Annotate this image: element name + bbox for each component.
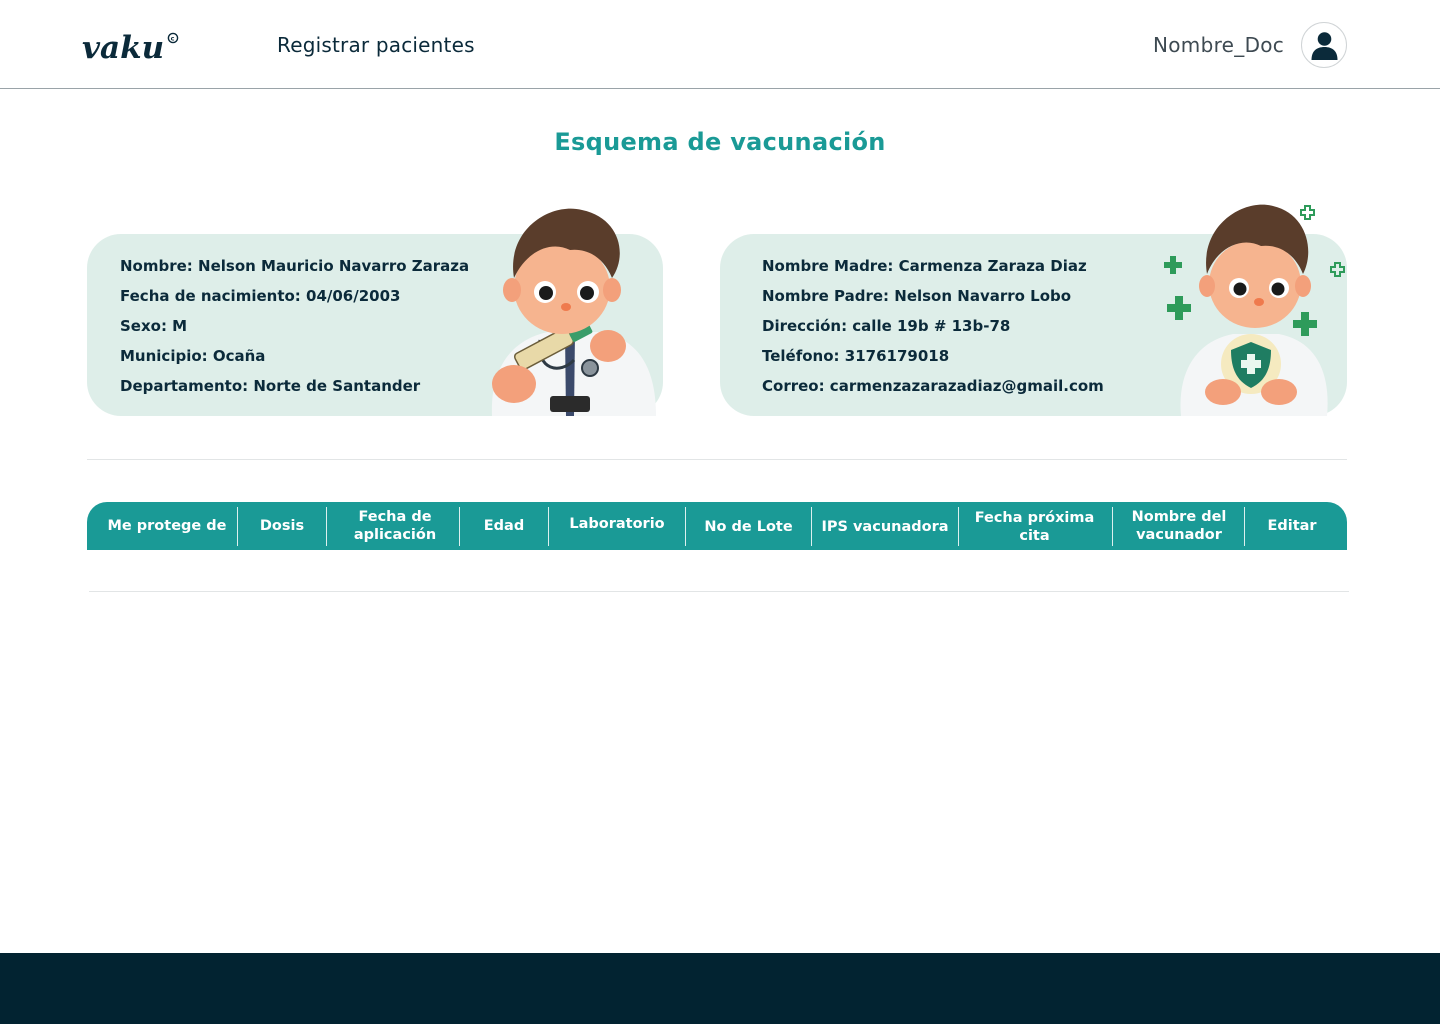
- patient-birthdate: Fecha de nacimiento: 04/06/2003: [120, 287, 401, 305]
- section-divider: [87, 459, 1347, 460]
- svg-text:c: c: [171, 35, 175, 43]
- column-no-de-lote: No de Lote: [704, 519, 793, 535]
- phone: Teléfono: 3176179018: [762, 347, 950, 365]
- nav-registrar-pacientes[interactable]: Registrar pacientes: [277, 33, 475, 57]
- doctor-syringe-illustration: [491, 208, 656, 416]
- user-icon: [1311, 32, 1338, 60]
- column-edad: Edad: [483, 518, 525, 534]
- column-divider: [1112, 507, 1113, 546]
- doctor-shield-illustration: [1164, 204, 1345, 416]
- footer: [0, 953, 1440, 1024]
- patient-sex: Sexo: M: [120, 317, 188, 335]
- logo-text: vaku: [82, 30, 164, 66]
- column-divider: [958, 507, 959, 546]
- column-ips-vacunadora: IPS vacunadora: [821, 519, 949, 535]
- address: Dirección: calle 19b # 13b-78: [762, 317, 1011, 335]
- column-fecha-aplicacion: Fecha de aplicación: [353, 509, 437, 543]
- column-me-protege-de: Me protege de: [107, 518, 227, 534]
- column-laboratorio: Laboratorio: [569, 516, 665, 532]
- column-dosis: Dosis: [259, 518, 305, 534]
- column-nombre-vacunador: Nombre del vacunador: [1131, 509, 1227, 543]
- vaku-logo[interactable]: vaku c: [82, 26, 182, 66]
- user-avatar-button[interactable]: [1301, 22, 1347, 68]
- patient-municipality: Municipio: Ocaña: [120, 347, 266, 365]
- top-bar: vaku c Registrar pacientes Nombre_Doc: [0, 0, 1440, 89]
- vaccination-table-header: Me protege de Dosis Fecha de aplicación …: [87, 502, 1347, 550]
- patient-department: Departamento: Norte de Santander: [120, 377, 421, 395]
- page-title: Esquema de vacunación: [554, 128, 886, 156]
- patient-name: Nombre: Nelson Mauricio Navarro Zaraza: [120, 257, 470, 275]
- doctor-name: Nombre_Doc: [1153, 33, 1285, 57]
- column-divider: [326, 507, 327, 546]
- email: Correo: carmenzazarazadiaz@gmail.com: [762, 377, 1104, 395]
- father-name: Nombre Padre: Nelson Navarro Lobo: [762, 287, 1072, 305]
- column-fecha-proxima-cita: Fecha próxima cita: [974, 510, 1095, 544]
- column-editar: Editar: [1267, 518, 1317, 534]
- table-bottom-divider: [89, 591, 1349, 592]
- mother-name: Nombre Madre: Carmenza Zaraza Diaz: [762, 257, 1087, 275]
